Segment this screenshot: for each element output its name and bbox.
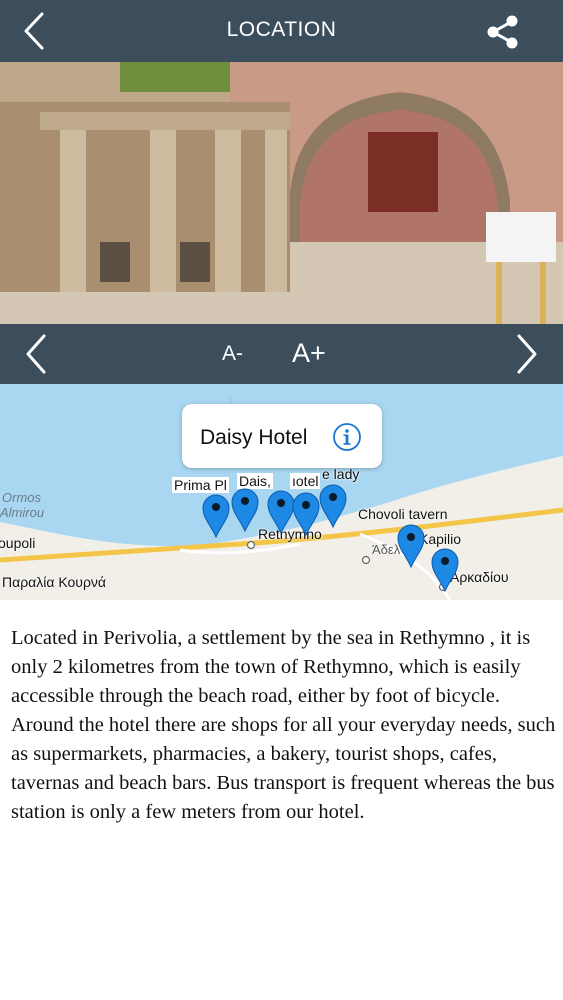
map-pin[interactable] <box>319 484 347 528</box>
map-pin[interactable] <box>231 488 259 532</box>
map-pin[interactable] <box>267 490 295 534</box>
location-description: Located in Perivolia, a settlement by th… <box>11 627 556 823</box>
map-pin[interactable] <box>202 494 230 538</box>
map-label-kapilio: Kapilio <box>419 531 462 547</box>
map-label-adele: Άδελ <box>372 542 401 557</box>
map-label-ormos: Ormos <box>2 490 41 505</box>
map-label-almirou: Almirou <box>0 505 45 520</box>
map-label-chovoli: Chovoli tavern <box>358 506 448 522</box>
controls-bar: A- A+ <box>0 324 563 384</box>
next-button[interactable] <box>507 332 543 376</box>
info-icon[interactable] <box>332 422 362 452</box>
location-photo[interactable] <box>0 62 563 324</box>
fountain-photo-illustration <box>0 62 563 324</box>
callout-title: Daisy Hotel <box>200 426 308 449</box>
page-title: LOCATION <box>226 18 337 41</box>
map-pin[interactable] <box>292 492 320 536</box>
map-label-hotel: ıotel <box>290 473 321 489</box>
map-label-lady: e lady <box>322 466 360 482</box>
map-pin[interactable] <box>397 524 425 568</box>
map-label-daisy: Dais, <box>237 473 273 489</box>
share-icon <box>487 15 518 49</box>
share-button[interactable] <box>483 12 523 52</box>
map-pin[interactable] <box>431 548 459 592</box>
map-callout[interactable]: Daisy Hotel <box>182 404 382 468</box>
previous-button[interactable] <box>20 332 56 376</box>
map-label-paralia: Παραλία Κουρνά <box>2 574 107 590</box>
decrease-font-button[interactable]: A- <box>222 342 243 366</box>
top-navigation-bar: LOCATION <box>0 0 563 62</box>
map-label-prima: Prima Pl <box>172 477 229 493</box>
chevron-right-icon <box>517 334 537 374</box>
increase-font-button[interactable]: A+ <box>292 338 326 369</box>
chevron-left-icon <box>26 334 46 374</box>
map-label-oupoli: oupoli <box>0 535 36 551</box>
